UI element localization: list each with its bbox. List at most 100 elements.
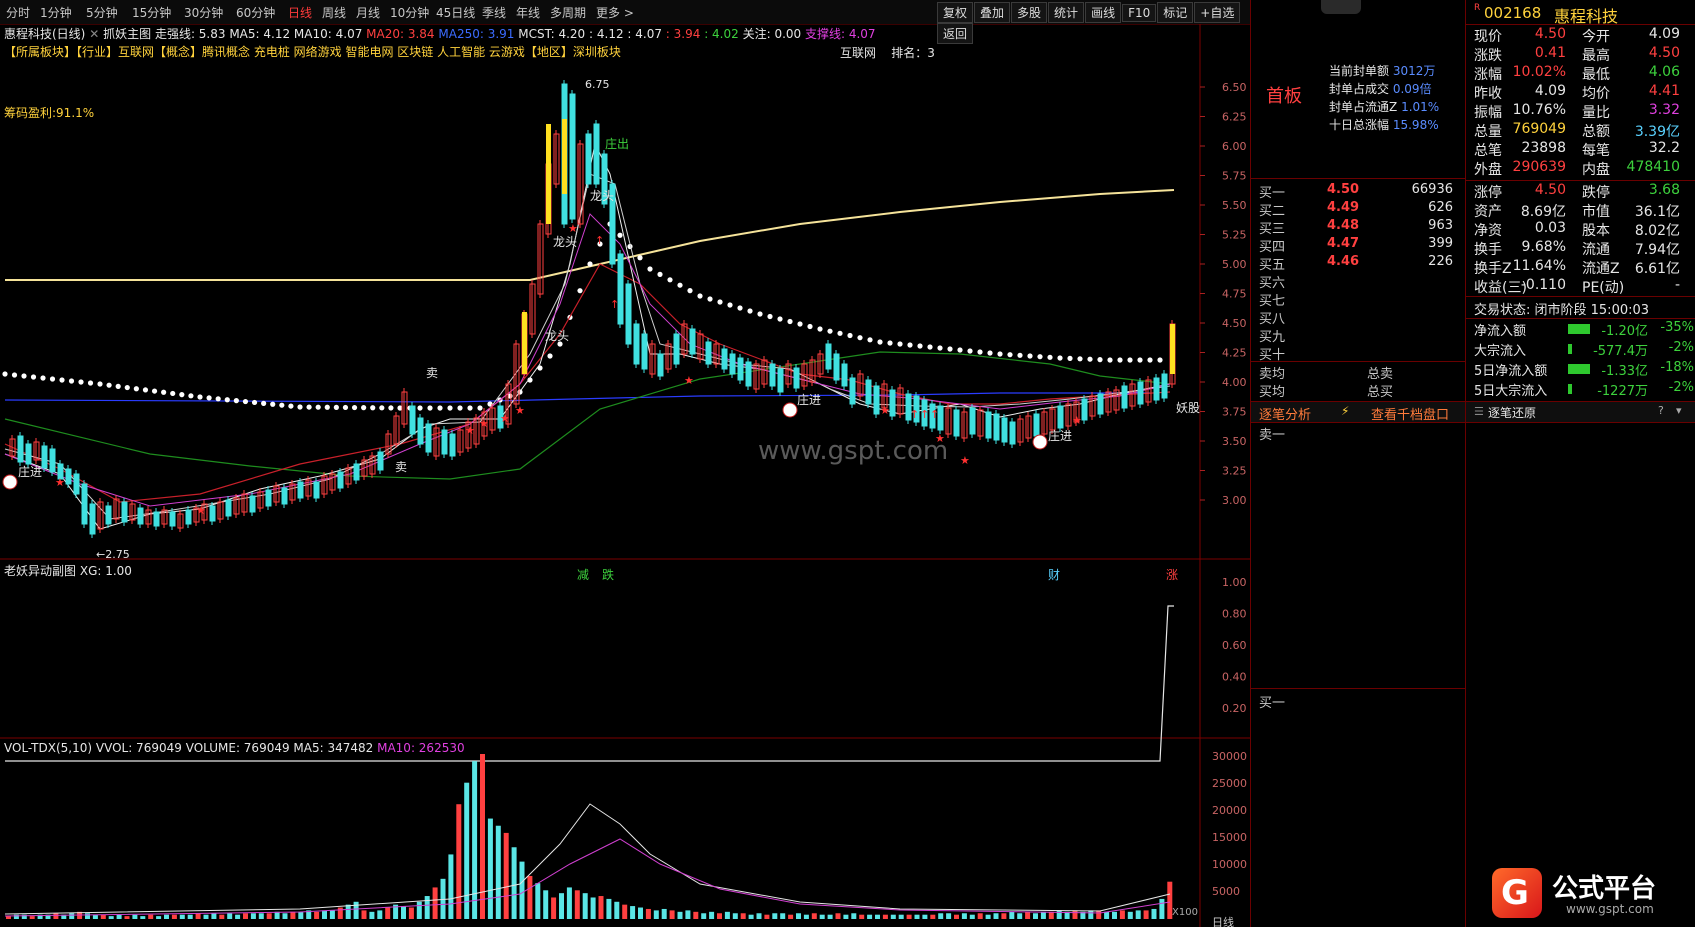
mcst-dot xyxy=(417,405,423,411)
zhuang-circle-icon xyxy=(1032,434,1048,450)
die-label: 跌 xyxy=(602,567,614,582)
volume-bar xyxy=(859,914,865,919)
mcst-dot xyxy=(11,372,18,378)
volume-bar xyxy=(1017,913,1023,919)
period-14[interactable]: 更多 > xyxy=(596,4,634,21)
volume-bar xyxy=(645,908,651,919)
volume-bar xyxy=(187,914,193,919)
red-star-icon: ★ xyxy=(880,404,890,417)
price-tick-label: 6.50 xyxy=(1222,81,1247,94)
indicator-value-6: : 4.12 xyxy=(585,27,624,41)
bid-row[interactable]: 买六 xyxy=(1259,272,1453,291)
longtou-label: 龙头 xyxy=(545,329,569,343)
volume-bar xyxy=(424,896,430,919)
volume-bar xyxy=(1072,910,1078,919)
volume-bar xyxy=(519,861,525,919)
volume-bar xyxy=(1159,898,1165,919)
red-ma20 xyxy=(4,263,1171,503)
bid-row[interactable]: 买九 xyxy=(1259,326,1453,345)
bid-row[interactable]: 买八 xyxy=(1259,308,1453,327)
indicator-name[interactable]: 抓妖主图 xyxy=(103,27,151,41)
volume-bar xyxy=(946,913,952,919)
mcst-dot xyxy=(261,400,267,406)
candlestick xyxy=(353,463,360,481)
toolbar-btn-1[interactable]: 叠加 xyxy=(974,2,1011,23)
flow-row: 5日大宗流入 -1227万 -2% xyxy=(1474,380,1694,399)
period-7[interactable]: 周线 xyxy=(322,4,346,21)
period-3[interactable]: 15分钟 xyxy=(132,4,171,21)
period-13[interactable]: 多周期 xyxy=(550,4,586,21)
toolbar-btn-2[interactable]: 多股 xyxy=(1011,2,1048,23)
quote-row: 涨幅 10.02% 最低 4.06 xyxy=(1474,64,1680,83)
volume-bar xyxy=(1040,911,1046,919)
red-star-icon: ★ xyxy=(465,424,475,437)
volume-bar xyxy=(132,914,138,919)
volume-bar xyxy=(85,913,90,919)
quote-row: 换手 9.68% 流通 7.94亿 xyxy=(1474,239,1680,258)
candlestick xyxy=(417,417,424,445)
bid-row[interactable]: 买七 xyxy=(1259,290,1453,309)
period-10[interactable]: 45日线 xyxy=(436,4,475,21)
mcst-dot xyxy=(727,302,733,308)
bid-row[interactable]: 买五 4.46 226 xyxy=(1259,254,1453,273)
volume-bar xyxy=(559,893,564,919)
price-tick-label: 6.00 xyxy=(1222,140,1247,153)
toolbar-btn-3[interactable]: 统计 xyxy=(1048,2,1085,23)
toolbar-btn-5[interactable]: F10 xyxy=(1122,4,1157,22)
mcst-dot xyxy=(161,389,167,395)
period-toolbar: 分时 1分钟 5分钟 15分钟 30分钟 60分钟 日线 周线 月线 10分钟 45日线 季线 年线 多周… xyxy=(0,0,1250,44)
toolbar-btn-7[interactable]: +自选 xyxy=(1194,2,1241,23)
period-1[interactable]: 1分钟 xyxy=(40,4,72,21)
help-icon[interactable]: ? xyxy=(1658,404,1664,417)
volume-bar xyxy=(819,914,825,919)
period-12[interactable]: 年线 xyxy=(516,4,540,21)
toolbar-btn-0[interactable]: 复权 xyxy=(937,2,974,23)
restore-title[interactable]: 逐笔还原 xyxy=(1488,404,1536,421)
period-2[interactable]: 5分钟 xyxy=(86,4,118,21)
period-4[interactable]: 30分钟 xyxy=(184,4,223,21)
mcst-dot xyxy=(40,375,46,381)
bid-row[interactable]: 买三 4.48 963 xyxy=(1259,218,1453,237)
toolbar-btn-4[interactable]: 画线 xyxy=(1085,2,1122,23)
indicator-value-10: 关注: 0.00 xyxy=(738,27,802,41)
candlestick xyxy=(169,511,176,527)
period-0[interactable]: 分时 xyxy=(6,4,30,21)
stock-title: 惠程科技(日线) xyxy=(4,27,86,41)
period-9[interactable]: 10分钟 xyxy=(390,4,429,21)
bid-row[interactable]: 买四 4.47 399 xyxy=(1259,236,1453,255)
mcst-dot xyxy=(251,399,258,406)
bid-row[interactable]: 买十 xyxy=(1259,344,1453,363)
volume-bar xyxy=(898,914,904,919)
volume-bar xyxy=(1119,910,1125,919)
period-5[interactable]: 60分钟 xyxy=(236,4,275,21)
period-6[interactable]: 日线 xyxy=(288,4,312,21)
period-8[interactable]: 月线 xyxy=(356,4,380,21)
volume-bar xyxy=(566,887,572,919)
buy-first: 买一 xyxy=(1259,696,1286,711)
period-11[interactable]: 季线 xyxy=(482,4,506,21)
red-star-icon: ★ xyxy=(515,404,525,417)
cai-label: 财 xyxy=(1048,568,1060,582)
toolbar-btn-6[interactable]: 标记 xyxy=(1157,2,1194,23)
candlestick xyxy=(633,323,640,365)
mcst-dot xyxy=(106,382,112,388)
volume-bar xyxy=(1096,910,1102,919)
bid-row[interactable]: 买一 4.50 66936 xyxy=(1259,182,1453,201)
mcst-dot xyxy=(197,394,203,400)
bid-row[interactable]: 买二 4.49 626 xyxy=(1259,200,1453,219)
tab-detail-analysis[interactable]: 逐笔分析 xyxy=(1259,404,1311,423)
quote-row: 振幅 10.76% 量比 3.32 xyxy=(1474,102,1680,121)
candlestick xyxy=(1081,398,1088,421)
mcst-dot xyxy=(877,339,883,345)
sub-chart1-title[interactable]: 老妖异动副图 xyxy=(4,564,76,578)
caret-down-icon[interactable]: ▾ xyxy=(1676,404,1682,417)
board-stat: 十日总涨幅 15.98% xyxy=(1329,118,1439,132)
volume-bar xyxy=(290,911,296,919)
tab-thousand-book[interactable]: 查看千档盘口 xyxy=(1371,404,1449,423)
mcst-dot xyxy=(59,377,65,383)
jian-label: 减 xyxy=(577,568,589,582)
candlestick xyxy=(249,495,256,513)
volume-bar xyxy=(464,782,470,919)
collapse-handle[interactable] xyxy=(1321,0,1361,14)
sub-chart2-title[interactable]: VOL-TDX(5,10) xyxy=(4,741,92,755)
